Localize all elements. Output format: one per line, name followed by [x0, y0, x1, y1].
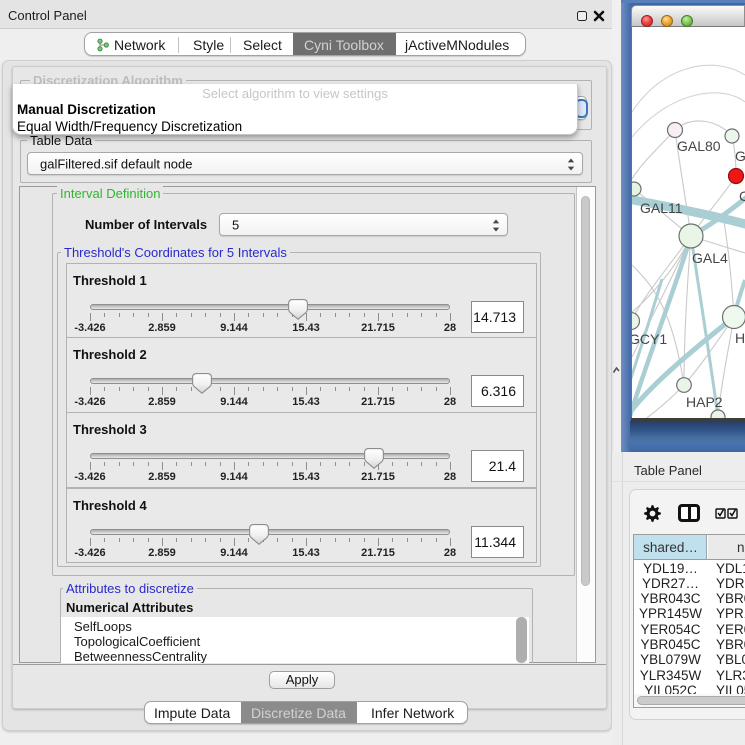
svg-text:GA: GA [735, 148, 745, 164]
svg-text:GAL80: GAL80 [677, 138, 721, 154]
svg-text:HAP2: HAP2 [686, 394, 723, 410]
svg-text:GAL4: GAL4 [692, 250, 728, 266]
svg-text:H: H [735, 330, 745, 346]
svg-text:C: C [739, 188, 745, 204]
svg-text:GCY1: GCY1 [632, 331, 667, 347]
svg-text:GAL11: GAL11 [640, 200, 683, 216]
